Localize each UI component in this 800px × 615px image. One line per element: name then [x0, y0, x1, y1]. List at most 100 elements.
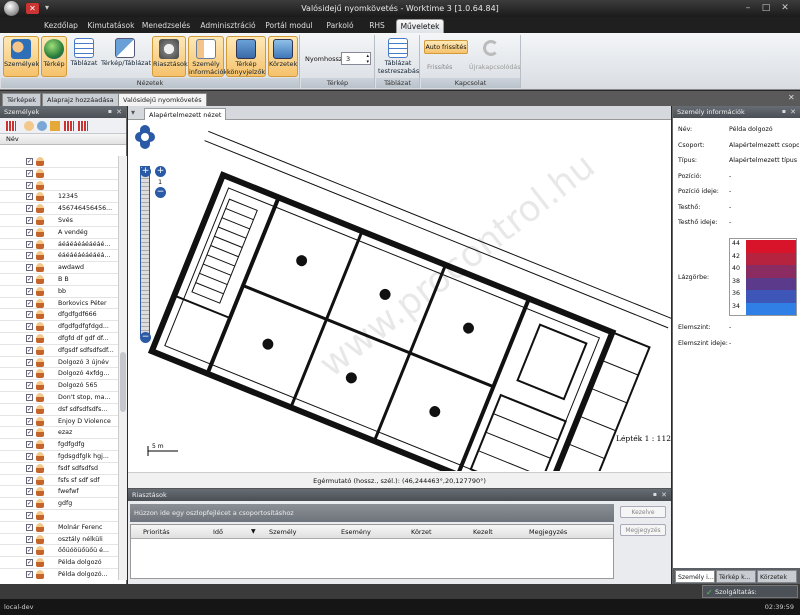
- doctab-terkepek[interactable]: Térképek: [2, 93, 41, 106]
- list-item[interactable]: fsdf sdfsdfsd: [0, 463, 118, 475]
- checkbox[interactable]: [26, 227, 33, 238]
- list-item[interactable]: [0, 168, 118, 180]
- kezelve-button[interactable]: Kezelve: [620, 506, 666, 518]
- checkbox[interactable]: [26, 475, 33, 485]
- alarm-close-icon[interactable]: ✕: [661, 489, 667, 501]
- list-item[interactable]: gdfg: [0, 498, 118, 510]
- col-prioritas[interactable]: Prioritás: [143, 528, 170, 536]
- frissites-button[interactable]: Frissítés: [427, 64, 452, 71]
- tab-parkolo[interactable]: Parkoló: [320, 19, 360, 33]
- info-pin-icon[interactable]: ▪: [782, 106, 786, 118]
- doctab-alaprajz[interactable]: Alaprajz hozzáadása: [42, 93, 119, 106]
- terkep-tablazat-button[interactable]: Térkép/Táblázat: [101, 36, 151, 77]
- zoom-in-icon[interactable]: +: [140, 166, 151, 177]
- checkbox[interactable]: [26, 274, 33, 285]
- floorplan-map[interactable]: www.procontrol.hu 5 m Lépték 1 : 112 + −…: [128, 121, 671, 471]
- checkbox[interactable]: [26, 156, 33, 167]
- group-by-area[interactable]: Húzzon ide egy oszlopfejlécet a csoporto…: [130, 504, 614, 522]
- checkbox[interactable]: [26, 486, 33, 497]
- tab-adminisztracio[interactable]: Adminisztráció: [197, 19, 259, 33]
- list-item[interactable]: Példa dolgozó...: [0, 569, 118, 580]
- tab-portal-modul[interactable]: Portál modul: [262, 19, 316, 33]
- tablazat-button[interactable]: Táblázat: [69, 36, 99, 77]
- checkbox[interactable]: [26, 427, 33, 438]
- col-ido[interactable]: Idő: [213, 528, 223, 536]
- checkbox[interactable]: [26, 215, 33, 226]
- list-item[interactable]: áéáéáéáéáéáé...: [0, 239, 118, 251]
- checkbox[interactable]: [26, 286, 33, 297]
- tab-kezdolap[interactable]: Kezdőlap: [36, 19, 86, 33]
- tab-menedzseles[interactable]: Menedzselés: [137, 19, 195, 33]
- info-close-icon[interactable]: ✕: [790, 106, 796, 118]
- zoom-out-icon[interactable]: −: [140, 332, 151, 343]
- checkbox[interactable]: [26, 439, 33, 450]
- tab-kimutatasok[interactable]: Kimutatások: [86, 19, 136, 33]
- szemely-informaciok-button[interactable]: Személy információk: [188, 36, 227, 77]
- tab-alapertelmezett-nezet[interactable]: Alapértelmezett nézet: [144, 108, 227, 120]
- rtab-szemely[interactable]: Személy i...: [675, 570, 715, 583]
- select-icon[interactable]: [64, 121, 74, 131]
- col-korzet[interactable]: Körzet: [411, 528, 432, 536]
- list-item[interactable]: dfgfd df gdf df...: [0, 333, 118, 345]
- col-szemely[interactable]: Személy: [269, 528, 297, 536]
- checkbox[interactable]: [26, 180, 33, 190]
- panel-close-icon[interactable]: ✕: [116, 106, 122, 118]
- ujrakapcsolodas-button[interactable]: Újrakapcsolódás: [469, 64, 521, 71]
- alarm-grid[interactable]: Prioritás Idő ▼ Személy Esemény Körzet K…: [130, 524, 614, 579]
- list-item[interactable]: [0, 180, 118, 192]
- spinner-arrows-icon[interactable]: ▴ ▾: [366, 53, 369, 65]
- person-list-scrollbar[interactable]: [118, 156, 127, 580]
- list-item[interactable]: [0, 156, 118, 168]
- column-header-nev[interactable]: Név: [0, 134, 126, 145]
- person-icon[interactable]: [24, 121, 34, 131]
- group-icon[interactable]: [37, 121, 47, 131]
- terkep-konyvjelzok-button[interactable]: Térkép könyvjelzők: [226, 36, 266, 77]
- list-item[interactable]: Don't stop, ma...: [0, 392, 118, 404]
- list-item[interactable]: dfgdfgdf666: [0, 309, 118, 322]
- checkbox[interactable]: [26, 357, 33, 367]
- checkbox[interactable]: [26, 191, 33, 202]
- deselect-icon[interactable]: [78, 121, 88, 131]
- doctab-valosideju[interactable]: Valósidejű nyomkövetés: [118, 93, 207, 106]
- reconnect-icon[interactable]: [483, 40, 499, 56]
- terkep-button[interactable]: Térkép: [41, 36, 67, 77]
- list-item[interactable]: Dolgozó 3 újnév: [0, 357, 118, 369]
- checkbox[interactable]: [26, 451, 33, 462]
- pin-icon[interactable]: ▪: [108, 106, 112, 118]
- checkbox[interactable]: [26, 262, 33, 273]
- list-item[interactable]: dfgsdf sdfsdfsdf...: [0, 345, 118, 357]
- checkbox[interactable]: [26, 569, 33, 580]
- col-megjegyzes[interactable]: Megjegyzés: [529, 528, 567, 536]
- checkbox[interactable]: [26, 534, 33, 544]
- checkbox[interactable]: [26, 392, 33, 403]
- list-item[interactable]: fsfs sf sdf sdf: [0, 475, 118, 487]
- checkbox[interactable]: [26, 380, 33, 391]
- list-item[interactable]: Borkovics Péter: [0, 298, 118, 310]
- list-item[interactable]: őőüóöüőüőü é...: [0, 545, 118, 558]
- szemelyek-button[interactable]: Személyek: [3, 36, 39, 77]
- list-item[interactable]: fwefwf: [0, 486, 118, 499]
- checkbox[interactable]: [26, 298, 33, 308]
- korzetek-button[interactable]: Körzetek: [268, 36, 298, 77]
- checkbox[interactable]: [26, 250, 33, 261]
- checkbox[interactable]: [26, 545, 33, 556]
- checkbox[interactable]: [26, 404, 33, 415]
- list-item[interactable]: Példa dolgozó: [0, 557, 118, 569]
- list-item[interactable]: Dolgozó 4xfdg...: [0, 368, 118, 381]
- list-item[interactable]: 456746456456...: [0, 203, 118, 215]
- megjegyzes-button[interactable]: Megjegyzés: [620, 524, 666, 536]
- zoom-step-in-icon[interactable]: +: [155, 166, 166, 177]
- list-item[interactable]: osztály nélküli: [0, 534, 118, 546]
- list-item[interactable]: dfgdfgdfgfdgd...: [0, 321, 118, 333]
- checkbox[interactable]: [26, 498, 33, 509]
- col-kezelt[interactable]: Kezelt: [473, 528, 493, 536]
- check-all-icon[interactable]: [6, 121, 16, 131]
- tab-muveletek[interactable]: Műveletek: [396, 19, 444, 33]
- riasztasok-button[interactable]: Riasztások: [152, 36, 188, 77]
- checkbox[interactable]: [26, 557, 33, 568]
- list-item[interactable]: Dolgozó 565: [0, 380, 118, 392]
- rtab-korzetek[interactable]: Körzetek: [757, 570, 797, 583]
- list-item[interactable]: éáéáéáéáéáéá...: [0, 250, 118, 263]
- filter-icon[interactable]: [50, 121, 60, 131]
- close-doctab-icon[interactable]: ✕: [788, 93, 795, 102]
